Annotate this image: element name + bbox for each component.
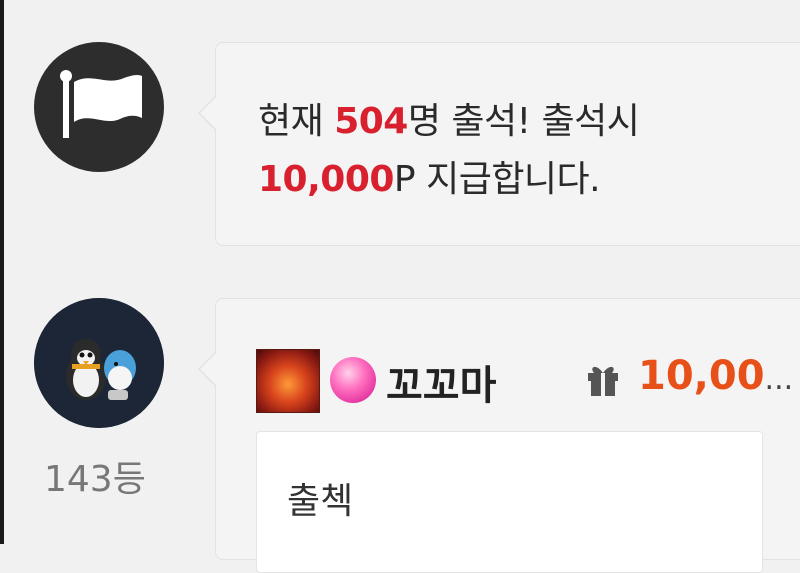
gift-points-ellipsis: ... [764, 362, 794, 397]
attendance-count: 504 [334, 101, 408, 142]
penguin-avatar-icon [34, 298, 164, 428]
notice-suffix: P 지급합니다. [393, 159, 601, 200]
flag-icon [60, 70, 142, 138]
reward-points: 10,000 [258, 159, 394, 200]
gift-points-value: 10,00 [638, 353, 765, 399]
candy-icon [330, 357, 376, 403]
notice-avatar [34, 42, 164, 172]
dragon-badge-icon [256, 349, 320, 413]
notice-text: 현재 504명 출석! 출석시 10,000P 지급합니다. [258, 93, 778, 209]
gift-icon[interactable] [586, 361, 620, 397]
left-edge-bar [0, 0, 4, 544]
user-avatar[interactable] [34, 298, 164, 428]
comment-user-row: 꼬꼬마 10,00... [256, 343, 800, 413]
user-rank: 143등 [44, 459, 146, 500]
comment-box: 출첵 [256, 431, 763, 573]
username[interactable]: 꼬꼬마 [386, 353, 496, 411]
notice-prefix: 현재 [258, 101, 335, 142]
notice-bubble: 현재 504명 출석! 출석시 10,000P 지급합니다. [198, 42, 800, 246]
gift-points: 10,00... [638, 353, 793, 399]
notice-middle: 명 출석! 출석시 [407, 101, 640, 142]
comment-text: 출첵 [287, 481, 354, 522]
comment-bubble: 꼬꼬마 10,00... 출첵 [198, 298, 800, 573]
